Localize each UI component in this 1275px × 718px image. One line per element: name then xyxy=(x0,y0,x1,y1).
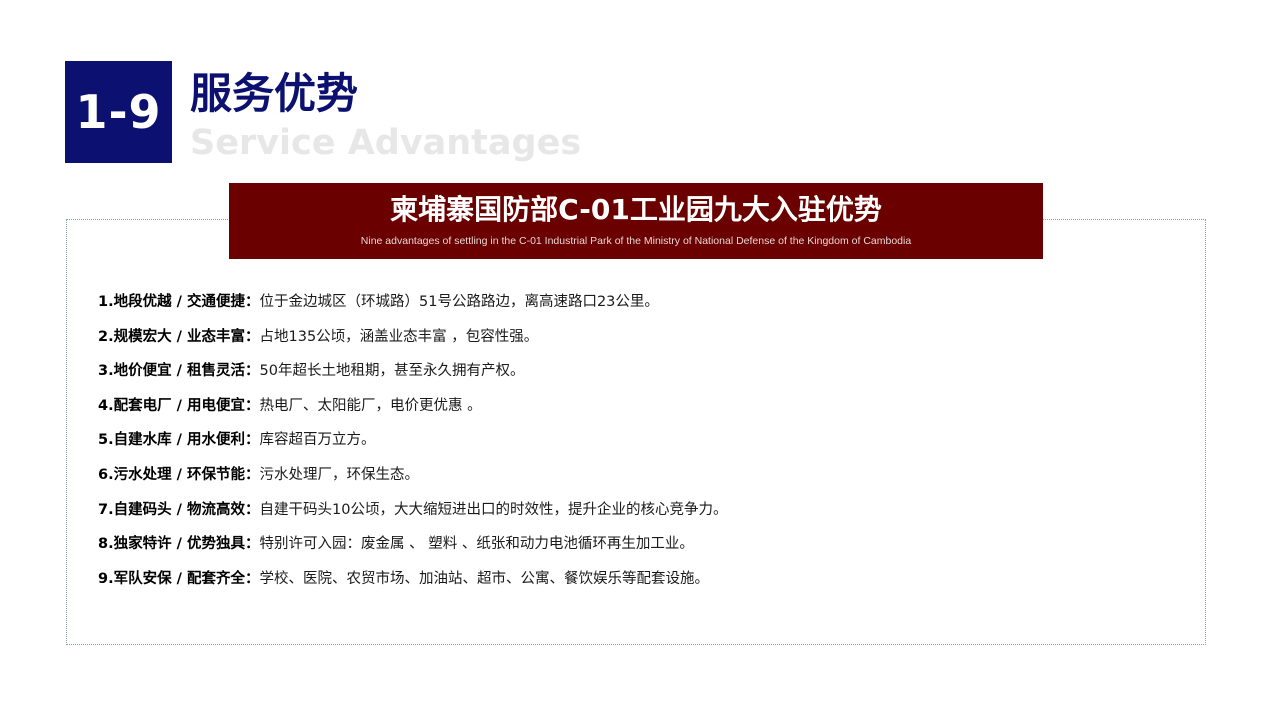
item-text: 位于金边城区（环城路）51号公路路边，离高速路口23公里。 xyxy=(259,294,659,310)
section-number-badge: 1-9 xyxy=(65,61,172,163)
item-label: 1.地段优越 / 交通便捷： xyxy=(98,294,260,310)
list-item: 4.配套电厂 / 用电便宜：热电厂、太阳能厂，电价更优惠 。 xyxy=(98,394,727,429)
item-text: 50年超长土地租期，甚至永久拥有产权。 xyxy=(259,363,525,380)
item-label: 4.配套电厂 / 用电便宜： xyxy=(98,397,260,414)
item-label: 3.地价便宜 / 租售灵活： xyxy=(98,363,260,380)
advantages-list: 1.地段优越 / 交通便捷：位于金边城区（环城路）51号公路路边，离高速路口23… xyxy=(98,290,727,601)
item-label: 8.独家特许 / 优势独具： xyxy=(98,536,260,553)
item-label: 9.军队安保 / 配套齐全： xyxy=(98,570,260,587)
list-item: 2.规模宏大 / 业态丰富：占地135公顷，涵盖业态丰富 ，包容性强。 xyxy=(98,325,727,360)
advantages-banner: 柬埔寨国防部C-01工业园九大入驻优势 Nine advantages of s… xyxy=(229,183,1043,259)
banner-subtitle: Nine advantages of settling in the C-01 … xyxy=(360,235,912,247)
list-item: 5.自建水库 / 用水便利：库容超百万立方。 xyxy=(98,428,727,463)
list-item: 1.地段优越 / 交通便捷：位于金边城区（环城路）51号公路路边，离高速路口23… xyxy=(98,290,727,325)
item-label: 7.自建码头 / 物流高效： xyxy=(98,501,260,518)
item-text: 自建干码头10公顷，大大缩短进出口的时效性，提升企业的核心竞争力。 xyxy=(259,501,728,518)
item-label: 2.规模宏大 / 业态丰富： xyxy=(98,328,260,345)
list-item: 8.独家特许 / 优势独具：特别许可入园：废金属 、 塑料 、纸张和动力电池循环… xyxy=(98,532,727,567)
list-item: 3.地价便宜 / 租售灵活：50年超长土地租期，甚至永久拥有产权。 xyxy=(98,359,727,394)
list-item: 9.军队安保 / 配套齐全：学校、医院、农贸市场、加油站、超市、公寓、餐饮娱乐等… xyxy=(98,567,727,602)
list-item: 7.自建码头 / 物流高效：自建干码头10公顷，大大缩短进出口的时效性，提升企业… xyxy=(98,498,727,533)
item-text: 污水处理厂，环保生态。 xyxy=(259,466,420,483)
page-subtitle-english: Service Advantages xyxy=(190,123,582,163)
banner-title: 柬埔寨国防部C-01工业园九大入驻优势 xyxy=(390,193,882,226)
item-text: 占地135公顷，涵盖业态丰富 ，包容性强。 xyxy=(259,328,539,345)
item-text: 热电厂、太阳能厂，电价更优惠 。 xyxy=(259,397,482,414)
list-item: 6.污水处理 / 环保节能：污水处理厂，环保生态。 xyxy=(98,463,727,498)
item-text: 学校、医院、农贸市场、加油站、超市、公寓、餐饮娱乐等配套设施。 xyxy=(259,570,710,587)
item-label: 5.自建水库 / 用水便利： xyxy=(98,432,260,449)
page-title: 服务优势 xyxy=(190,69,359,118)
item-text: 特别许可入园：废金属 、 塑料 、纸张和动力电池循环再生加工业。 xyxy=(259,536,694,553)
item-text: 库容超百万立方。 xyxy=(259,432,376,449)
item-label: 6.污水处理 / 环保节能： xyxy=(98,466,260,483)
